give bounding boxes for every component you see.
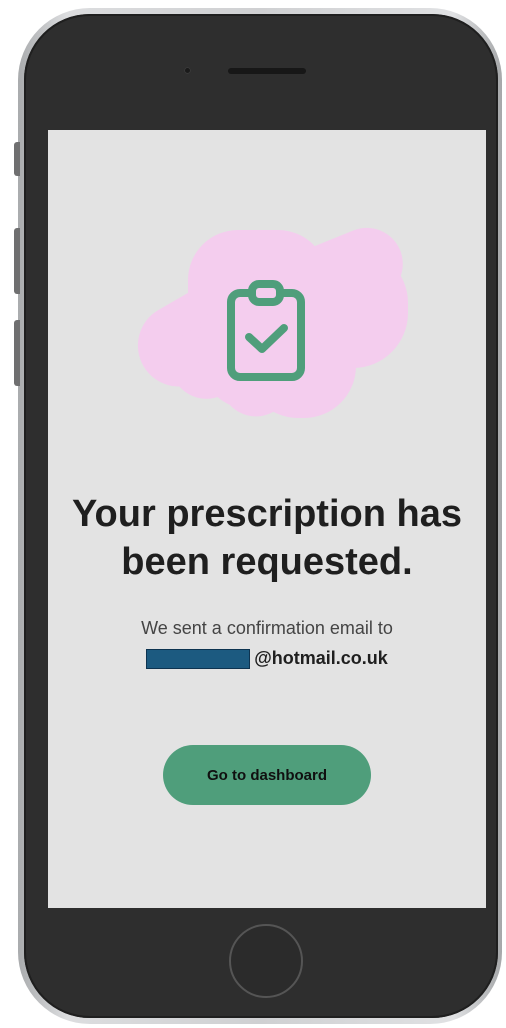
earpiece-speaker — [228, 68, 306, 74]
confirmation-title: Your prescription has been requested. — [48, 490, 486, 586]
confirmation-title-line-1: Your prescription has — [72, 493, 462, 535]
redacted-email-username — [146, 648, 251, 669]
home-button[interactable] — [229, 924, 303, 998]
front-camera — [184, 67, 191, 74]
go-to-dashboard-button[interactable]: Go to dashboard — [163, 745, 371, 805]
volume-up-button — [14, 228, 20, 294]
success-illustration — [137, 227, 408, 418]
phone-screen: Your prescription has been requested. We… — [48, 130, 486, 908]
volume-down-button — [14, 320, 20, 386]
confirmation-message: We sent a confirmation email to — [141, 618, 393, 638]
mute-switch — [14, 142, 20, 176]
email-address: @hotmail.co.uk — [48, 648, 486, 669]
email-domain: @hotmail.co.uk — [254, 648, 388, 668]
confirmation-title-line-2: been requested. — [121, 541, 413, 583]
page: Your prescription has been requested. We… — [0, 0, 506, 1028]
pink-blob — [137, 227, 408, 418]
